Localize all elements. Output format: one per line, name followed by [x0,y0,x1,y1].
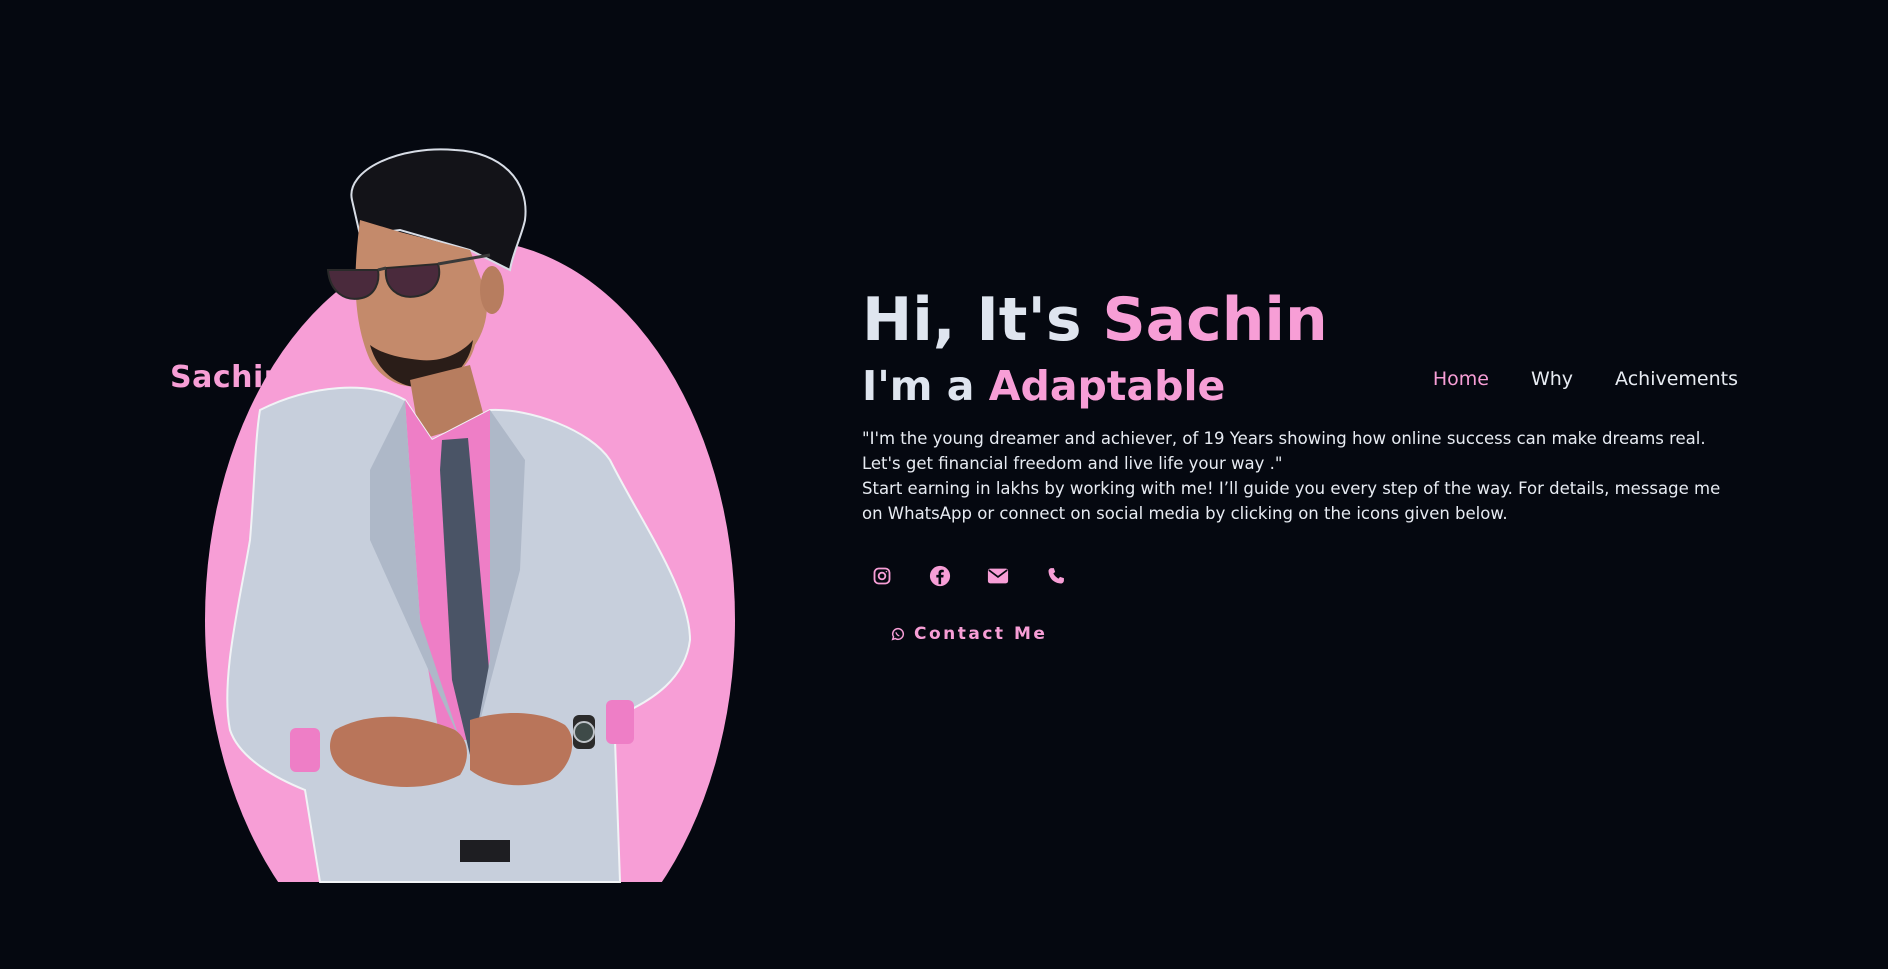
social-links [862,556,1732,596]
facebook-icon [929,565,951,587]
headline-name: Sachin [1102,285,1328,355]
subhead-role: Adaptable [988,362,1226,410]
envelope-icon [987,568,1009,584]
hero-content: Hi, It's Sachin I'm a Adaptable "I'm the… [862,282,1732,646]
hero-portrait [170,148,770,890]
hero-bio: "I'm the young dreamer and achiever, of … [862,426,1732,526]
email-link[interactable] [978,556,1018,596]
instagram-icon [873,567,891,585]
bio-quote: "I'm the young dreamer and achiever, of … [862,429,1706,473]
headline-greeting: Hi, It's [862,285,1103,355]
page: Sachin Home Why Achivements Hi, It's Sac… [0,0,1888,969]
phone-icon [1048,568,1064,584]
instagram-link[interactable] [862,556,902,596]
whatsapp-icon [891,627,905,641]
contact-button-label: Contact Me [914,624,1048,644]
hero-headline: Hi, It's Sachin [862,282,1732,358]
facebook-link[interactable] [920,556,960,596]
subhead-prefix: I'm a [862,362,989,410]
contact-me-button[interactable]: Contact Me [890,624,1047,644]
bio-call-to-action: Start earning in lakhs by working with m… [862,479,1721,523]
phone-link[interactable] [1036,556,1076,596]
hero-subheadline: I'm a Adaptable [862,360,1732,412]
